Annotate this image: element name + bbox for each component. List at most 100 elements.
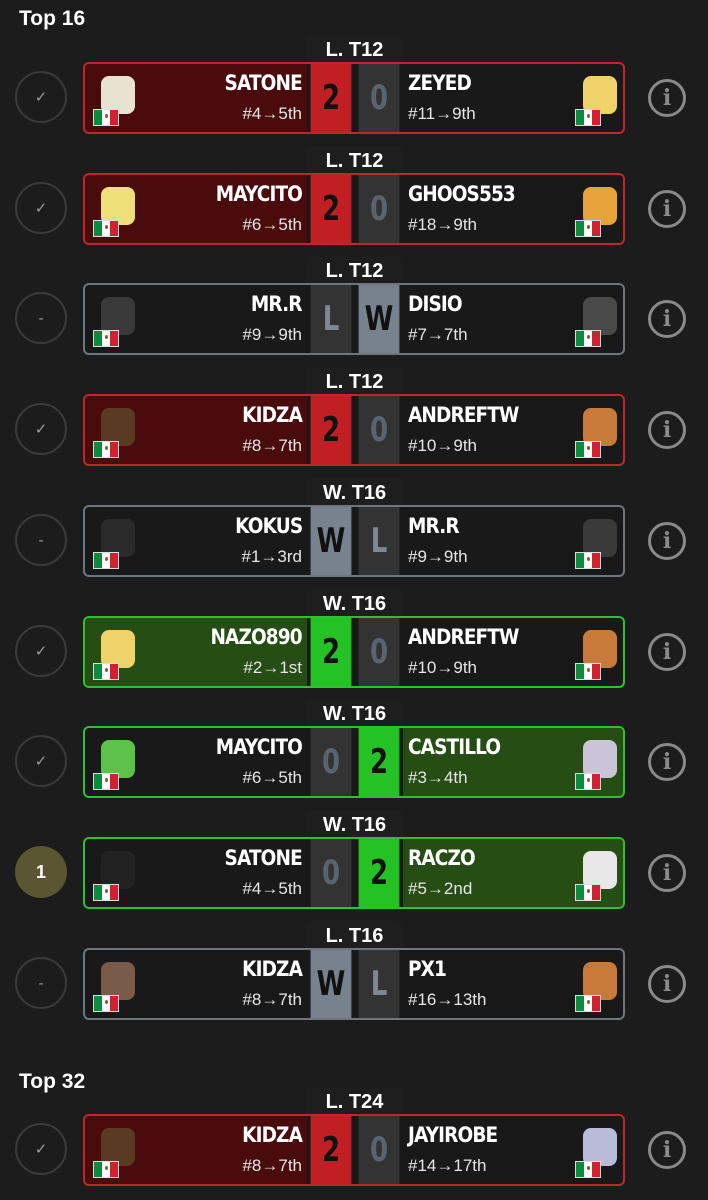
score-left: 2 — [310, 64, 352, 132]
info-icon[interactable]: i — [648, 79, 686, 117]
mexico-flag-icon — [575, 552, 601, 569]
score-right: 0 — [358, 64, 400, 132]
player-name: PX1 — [408, 957, 447, 981]
player-right[interactable]: MR.R #9→9th — [403, 507, 623, 575]
player-seed: #14→17th — [408, 1156, 487, 1175]
info-icon[interactable]: i — [648, 633, 686, 671]
player-seed: #10→9th — [408, 658, 477, 677]
flag-stripe — [94, 553, 102, 568]
match-row: ✓ L. T12 SATONE #4→5th ZEYED #11→9th 2 0 i — [0, 35, 708, 146]
player-left[interactable]: SATONE #4→5th — [85, 839, 307, 907]
player-left[interactable]: NAZO890 #2→1st — [85, 618, 307, 686]
match-status-icon[interactable]: ✓ — [15, 735, 67, 787]
player-seed: #9→9th — [408, 547, 468, 566]
mexico-flag-icon — [575, 1161, 601, 1178]
player-left[interactable]: KIDZA #8→7th — [85, 396, 307, 464]
mexico-flag-icon — [93, 663, 119, 680]
player-right[interactable]: JAYIROBE #14→17th — [403, 1116, 623, 1184]
player-right[interactable]: ANDREFTW #10→9th — [403, 618, 623, 686]
player-right[interactable]: CASTILLO #3→4th — [403, 728, 623, 796]
info-icon[interactable]: i — [648, 522, 686, 560]
match-status-icon[interactable]: - — [15, 514, 67, 566]
player-name: MAYCITO — [215, 182, 303, 206]
match-status-icon[interactable]: ✓ — [15, 1123, 67, 1175]
match-status-icon[interactable]: ✓ — [15, 182, 67, 234]
player-left[interactable]: MAYCITO #6→5th — [85, 175, 307, 243]
match-card[interactable]: MAYCITO #6→5th CASTILLO #3→4th 0 2 — [83, 726, 625, 798]
match-status-icon[interactable]: - — [15, 292, 67, 344]
match-card[interactable]: SATONE #4→5th ZEYED #11→9th 2 0 — [83, 62, 625, 134]
player-right[interactable]: GHOOS553 #18→9th — [403, 175, 623, 243]
match-status-icon[interactable]: ✓ — [15, 625, 67, 677]
match-card[interactable]: MAYCITO #6→5th GHOOS553 #18→9th 2 0 — [83, 173, 625, 245]
score-left: 2 — [310, 396, 352, 464]
player-seed: #8→7th — [242, 1156, 302, 1175]
match-status-icon[interactable]: ✓ — [15, 403, 67, 455]
match-card[interactable]: MR.R #9→9th DISIO #7→7th L W — [83, 283, 625, 355]
player-name: MR.R — [251, 292, 303, 316]
mexico-flag-icon — [93, 220, 119, 237]
player-right[interactable]: PX1 #16→13th — [403, 950, 623, 1018]
score-left: 2 — [310, 1116, 352, 1184]
mexico-flag-icon — [93, 884, 119, 901]
flag-stripe — [576, 996, 584, 1011]
score-left: 0 — [310, 839, 352, 907]
player-left[interactable]: MR.R #9→9th — [85, 285, 307, 353]
player-seed: #5→2nd — [408, 879, 473, 898]
info-icon[interactable]: i — [648, 300, 686, 338]
match-status-icon[interactable]: - — [15, 957, 67, 1009]
character-avatar — [575, 183, 619, 237]
flag-stripe — [110, 442, 118, 457]
player-right[interactable]: ZEYED #11→9th — [403, 64, 623, 132]
match-row: ✓ L. T24 KIDZA #8→7th JAYIROBE #14→17th 2 0 i — [0, 1087, 708, 1198]
flag-stripe — [592, 331, 600, 346]
round-label: W. T16 — [306, 810, 403, 838]
round-label: L. T12 — [306, 256, 403, 284]
player-left[interactable]: KIDZA #8→7th — [85, 950, 307, 1018]
round-label: L. T24 — [306, 1087, 403, 1115]
player-left[interactable]: SATONE #4→5th — [85, 64, 307, 132]
flag-stripe — [592, 553, 600, 568]
info-icon[interactable]: i — [648, 854, 686, 892]
player-right[interactable]: RACZO #5→2nd — [403, 839, 623, 907]
match-card[interactable]: SATONE #4→5th RACZO #5→2nd 0 2 — [83, 837, 625, 909]
info-icon[interactable]: i — [648, 1131, 686, 1169]
player-seed: #4→5th — [242, 879, 302, 898]
player-name: KIDZA — [242, 1123, 303, 1147]
match-status-icon[interactable]: 1 — [15, 846, 67, 898]
player-name: ZEYED — [408, 71, 472, 95]
match-card[interactable]: NAZO890 #2→1st ANDREFTW #10→9th 2 0 — [83, 616, 625, 688]
flag-stripe — [584, 664, 592, 679]
character-avatar — [93, 958, 137, 1012]
info-icon[interactable]: i — [648, 965, 686, 1003]
info-icon[interactable]: i — [648, 411, 686, 449]
round-label: L. T12 — [306, 367, 403, 395]
mexico-flag-icon — [93, 109, 119, 126]
info-icon[interactable]: i — [648, 190, 686, 228]
player-left[interactable]: KIDZA #8→7th — [85, 1116, 307, 1184]
flag-stripe — [576, 553, 584, 568]
player-right[interactable]: DISIO #7→7th — [403, 285, 623, 353]
match-card[interactable]: KIDZA #8→7th ANDREFTW #10→9th 2 0 — [83, 394, 625, 466]
character-avatar — [575, 736, 619, 790]
score-right: 2 — [358, 728, 400, 796]
score-right: 2 — [358, 839, 400, 907]
player-name: RACZO — [408, 846, 476, 870]
match-card[interactable]: KIDZA #8→7th JAYIROBE #14→17th 2 0 — [83, 1114, 625, 1186]
player-left[interactable]: MAYCITO #6→5th — [85, 728, 307, 796]
match-card[interactable]: KOKUS #1→3rd MR.R #9→9th W L — [83, 505, 625, 577]
player-left[interactable]: KOKUS #1→3rd — [85, 507, 307, 575]
character-avatar — [93, 293, 137, 347]
mexico-flag-icon — [93, 1161, 119, 1178]
info-icon[interactable]: i — [648, 743, 686, 781]
score-right: 0 — [358, 618, 400, 686]
flag-stripe — [592, 1162, 600, 1177]
flag-stripe — [110, 885, 118, 900]
flag-stripe — [584, 1162, 592, 1177]
player-right[interactable]: ANDREFTW #10→9th — [403, 396, 623, 464]
match-status-icon[interactable]: ✓ — [15, 71, 67, 123]
score-left: W — [310, 507, 352, 575]
player-seed: #6→5th — [242, 768, 302, 787]
flag-stripe — [102, 774, 110, 789]
match-card[interactable]: KIDZA #8→7th PX1 #16→13th W L — [83, 948, 625, 1020]
